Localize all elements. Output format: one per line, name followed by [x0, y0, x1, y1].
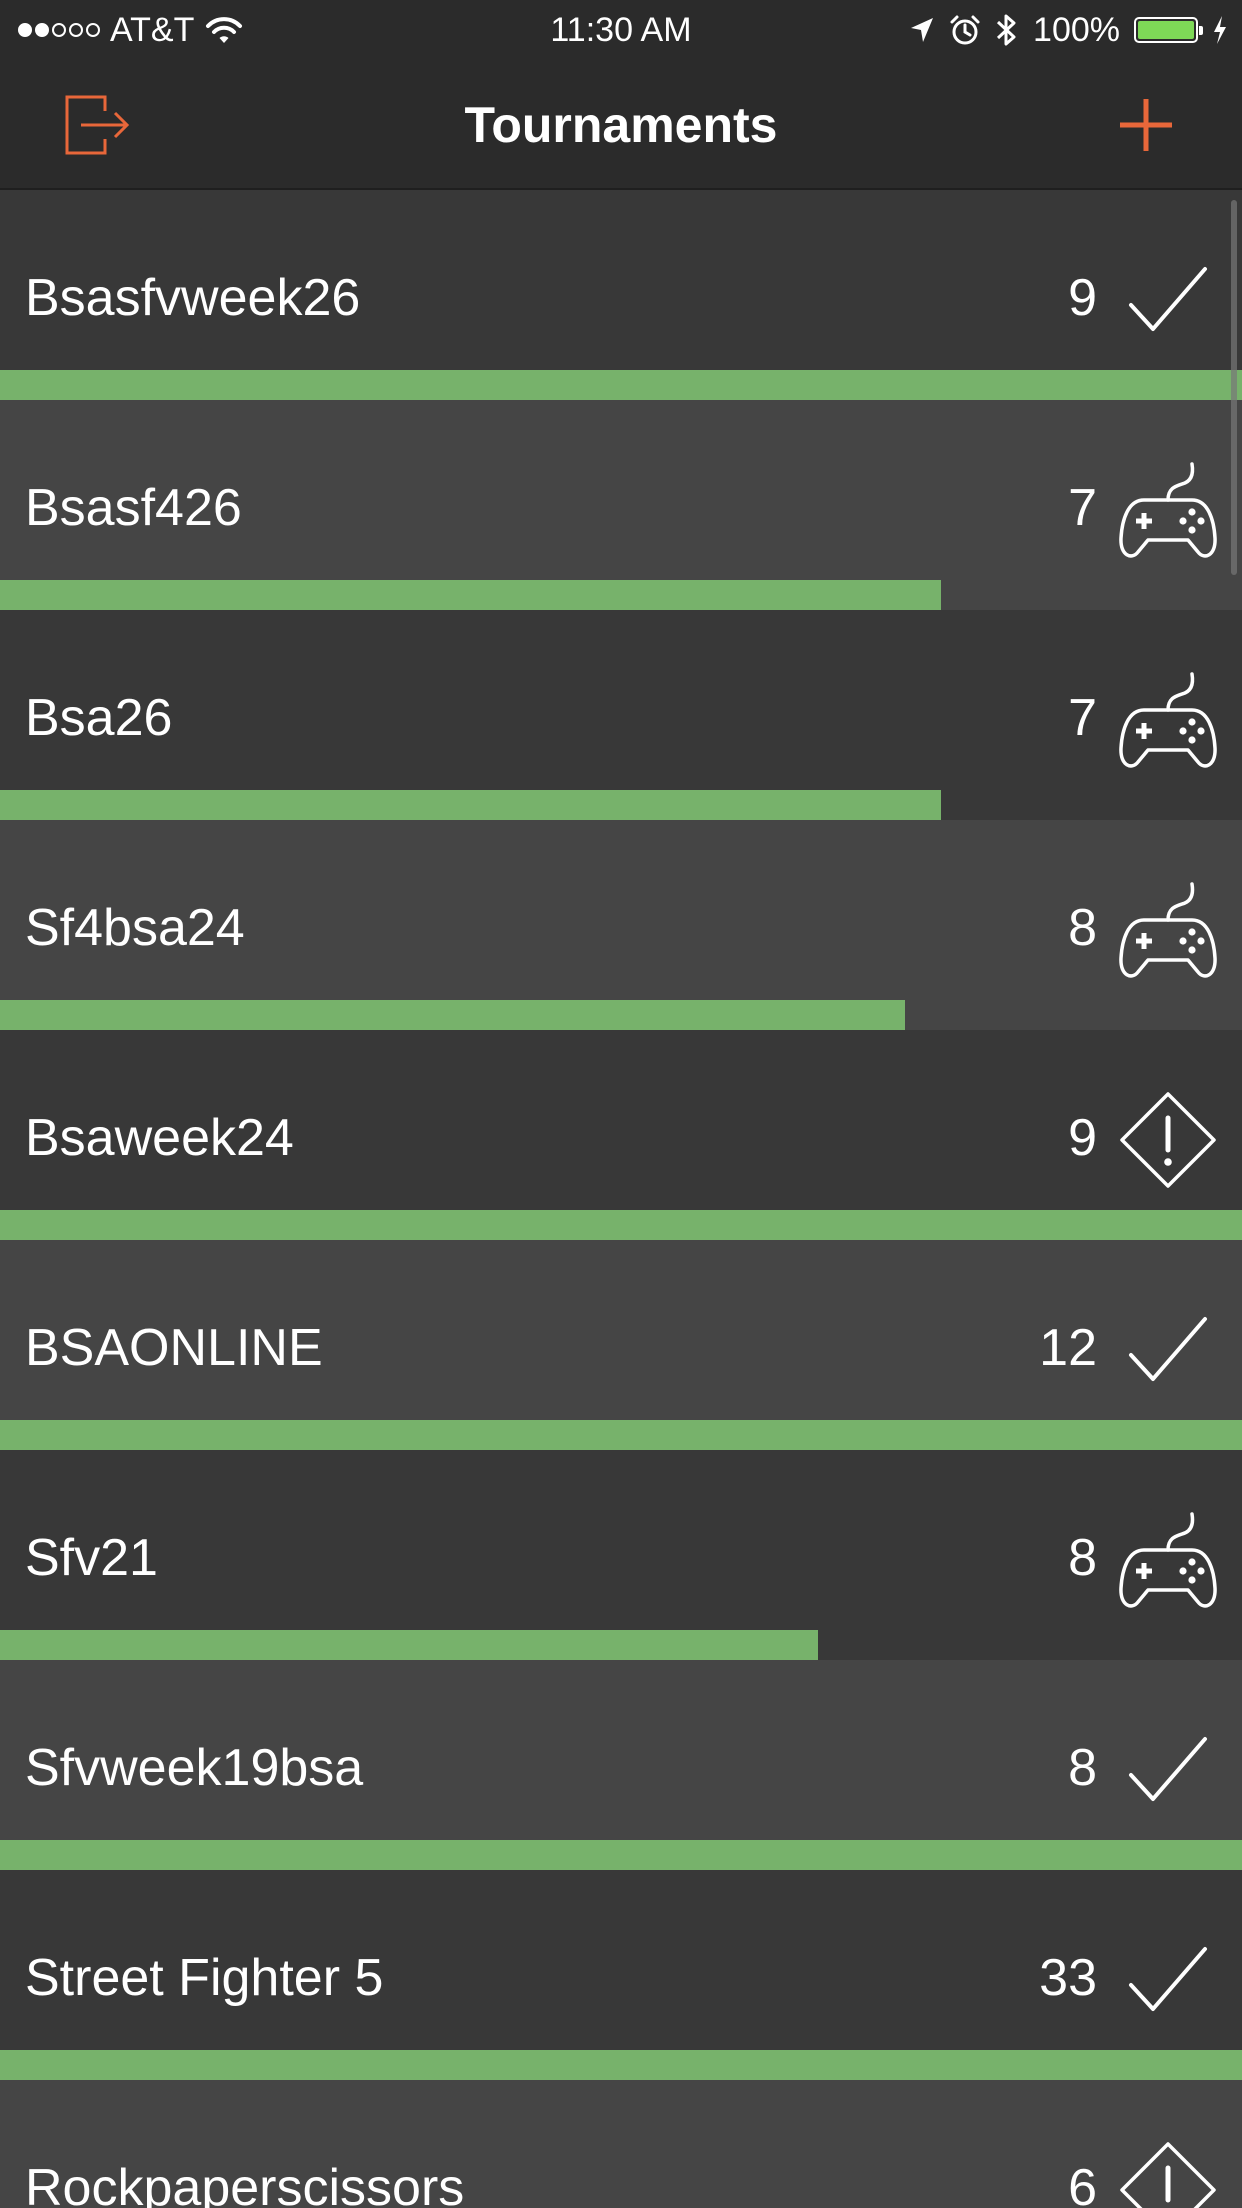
battery-percent: 100%: [1033, 10, 1120, 49]
signal-dot: [86, 23, 100, 37]
progress-fill: [0, 1420, 1242, 1450]
signal-dot: [52, 23, 66, 37]
tournament-name: Bsasfvweek26: [25, 269, 361, 327]
status-right: 100%: [909, 10, 1228, 50]
entrant-count: 8: [1068, 1739, 1097, 1797]
tournament-row[interactable]: BSAONLINE 12: [0, 1240, 1242, 1450]
signal-dot: [35, 23, 49, 37]
tournament-list[interactable]: Bsasfvweek26 9 Bsasf426 7 Bsa26 7 Sf4bsa24 8 Bsa…: [0, 190, 1242, 2208]
tournament-row[interactable]: Sfvweek19bsa 8: [0, 1660, 1242, 1870]
progress-bar: [0, 1630, 1242, 1660]
signal-dot: [18, 23, 32, 37]
battery-fill: [1138, 21, 1194, 39]
tournament-name: Sfvweek19bsa: [25, 1739, 364, 1797]
entrant-count: 6: [1068, 2159, 1097, 2208]
carrier-label: AT&T: [110, 10, 195, 49]
gamepad-icon: [1116, 878, 1220, 982]
tournament-row[interactable]: Sfv21 8: [0, 1450, 1242, 1660]
location-arrow-icon: [911, 18, 934, 42]
progress-fill: [0, 790, 942, 820]
progress-bar: [0, 1840, 1242, 1870]
wifi-icon: [206, 17, 243, 43]
entrant-count: 9: [1068, 1109, 1097, 1167]
progress-bar: [0, 370, 1242, 400]
progress-fill: [0, 1630, 819, 1660]
entrant-count: 9: [1068, 269, 1097, 327]
signal-strength-icon: [18, 23, 100, 37]
gamepad-icon: [1116, 458, 1220, 562]
status-left: AT&T: [18, 10, 244, 50]
navigation-bar: Tournaments: [0, 60, 1242, 190]
tournament-name: Sf4bsa24: [25, 899, 245, 957]
tournament-name: Bsa26: [25, 689, 173, 747]
progress-fill: [0, 1000, 906, 1030]
tournament-name: Rockpaperscissors: [25, 2159, 465, 2208]
status-bar: AT&T 11:30 AM 100%: [0, 0, 1242, 60]
charging-bolt-icon: [1214, 16, 1226, 44]
signal-dot: [69, 23, 83, 37]
entrant-count: 7: [1068, 689, 1097, 747]
entrant-count: 7: [1068, 479, 1097, 537]
progress-bar: [0, 1420, 1242, 1450]
progress-fill: [0, 1840, 1242, 1870]
add-tournament-button[interactable]: [1108, 87, 1184, 163]
entrant-count: 8: [1068, 1529, 1097, 1587]
entrant-count: 8: [1068, 899, 1097, 957]
progress-fill: [0, 2050, 1242, 2080]
logout-button[interactable]: [58, 87, 134, 163]
entrant-count: 12: [1039, 1319, 1097, 1377]
progress-bar: [0, 1210, 1242, 1240]
warning-diamond-icon: [1116, 2138, 1220, 2208]
progress-bar: [0, 790, 1242, 820]
progress-fill: [0, 1210, 1242, 1240]
checkmark-icon: [1116, 1298, 1220, 1402]
tournament-row[interactable]: Bsasfvweek26 9: [0, 190, 1242, 400]
page-title: Tournaments: [464, 97, 778, 153]
plus-icon: [1120, 99, 1172, 151]
progress-bar: [0, 1000, 1242, 1030]
progress-bar: [0, 580, 1242, 610]
tournament-row[interactable]: Street Fighter 5 33: [0, 1870, 1242, 2080]
gamepad-icon: [1116, 1508, 1220, 1612]
alarm-clock-icon: [950, 15, 980, 45]
warning-diamond-icon: [1116, 1088, 1220, 1192]
tournament-name: Bsaweek24: [25, 1109, 294, 1167]
progress-fill: [0, 370, 1242, 400]
tournament-row[interactable]: Rockpaperscissors 6: [0, 2080, 1242, 2208]
tournament-name: Sfv21: [25, 1529, 158, 1587]
checkmark-icon: [1116, 1928, 1220, 2032]
entrant-count: 33: [1039, 1949, 1097, 2007]
scroll-indicator[interactable]: [1231, 200, 1237, 575]
tournament-name: Bsasf426: [25, 479, 242, 537]
gamepad-icon: [1116, 668, 1220, 772]
tournament-name: BSAONLINE: [25, 1319, 323, 1377]
checkmark-icon: [1116, 248, 1220, 352]
tournament-row[interactable]: Bsasf426 7: [0, 400, 1242, 610]
progress-bar: [0, 2050, 1242, 2080]
checkmark-icon: [1116, 1718, 1220, 1822]
tournament-row[interactable]: Sf4bsa24 8: [0, 820, 1242, 1030]
battery-icon: [1134, 17, 1203, 43]
bluetooth-icon: [997, 14, 1016, 46]
tournament-row[interactable]: Bsa26 7: [0, 610, 1242, 820]
tournament-name: Street Fighter 5: [25, 1949, 384, 2007]
app-screen: AT&T 11:30 AM 100% Tournaments Bsasfvwee…: [0, 0, 1242, 2208]
tournament-row[interactable]: Bsaweek24 9: [0, 1030, 1242, 1240]
progress-fill: [0, 580, 942, 610]
logout-icon: [65, 95, 130, 155]
